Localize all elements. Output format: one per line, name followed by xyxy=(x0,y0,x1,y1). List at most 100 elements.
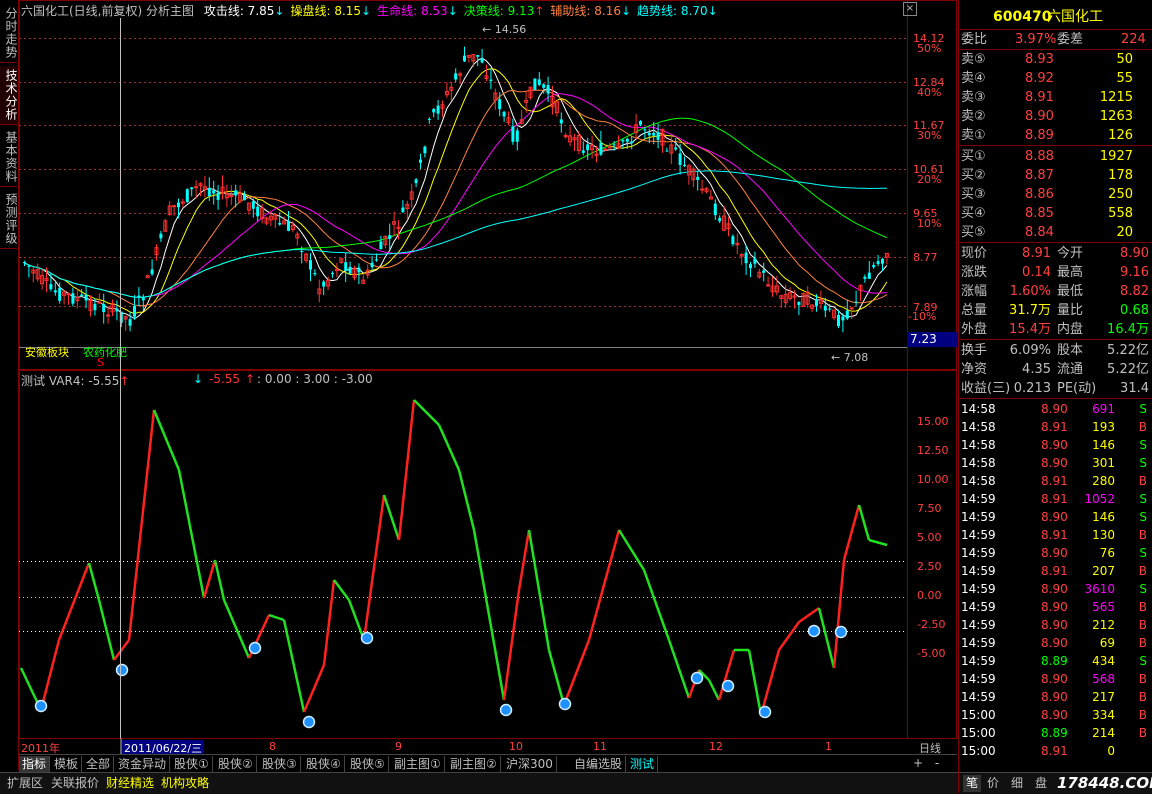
candle-body xyxy=(480,58,484,63)
ask-row[interactable]: 卖④ 8.92 55 xyxy=(959,69,1152,88)
tab-extension[interactable]: 扩展区 xyxy=(4,775,46,792)
candle-body xyxy=(678,153,682,166)
ask-row[interactable]: 卖③ 8.91 1215 xyxy=(959,88,1152,107)
tab-technical[interactable]: 技术分析 xyxy=(0,66,18,125)
sector-label-1[interactable]: 安徽板块 xyxy=(25,344,69,360)
candle-body xyxy=(331,272,334,274)
candle-body xyxy=(93,303,97,311)
tab-related-quotes[interactable]: 关联报价 xyxy=(48,775,102,792)
indicator-tab[interactable]: 资金异动 xyxy=(115,756,171,772)
ma-legend-item: 攻击线: 7.85 xyxy=(203,4,275,18)
tick-volume: 207 xyxy=(1092,564,1115,578)
bid-row[interactable]: 买③ 8.86 250 xyxy=(959,185,1152,204)
tick-price: 8.91 xyxy=(1041,744,1068,758)
bid-row[interactable]: 买④ 8.85 558 xyxy=(959,204,1152,223)
oscillator-segment xyxy=(832,559,846,669)
indicator-tab[interactable]: 股侠① xyxy=(171,756,213,772)
indicator-tab[interactable]: 指标 xyxy=(19,756,51,772)
tick-time: 14:58 xyxy=(961,420,996,434)
tick-price: 8.91 xyxy=(1041,564,1068,578)
tab-fundamentals[interactable]: 基本资料 xyxy=(0,128,18,187)
indicator-tab[interactable]: 股侠⑤ xyxy=(347,756,389,772)
tick-side: S xyxy=(1139,456,1147,470)
candle-body xyxy=(581,150,585,153)
pct-tick-label: -10% xyxy=(908,310,937,323)
ask-level-label: 卖⑤ xyxy=(961,52,986,67)
candle-body xyxy=(823,305,827,311)
indicator-name[interactable]: 测试 xyxy=(21,374,45,388)
indicator-header: 测试 VAR4: -5.55↑ ↓ -5.55 ↑ : 0.00 : 3.00 :… xyxy=(21,372,373,389)
ma-legend-item: 生命线: 8.53 xyxy=(377,4,448,18)
bid-volume: 558 xyxy=(1108,206,1133,221)
ask-volume: 55 xyxy=(1116,71,1133,86)
candle-body xyxy=(647,132,651,136)
oscillator-segment xyxy=(617,529,646,571)
oscillator-segment xyxy=(333,579,350,601)
tick-volume: 214 xyxy=(1092,726,1115,740)
candle-body xyxy=(71,293,75,304)
candle-body xyxy=(278,222,282,225)
indicator-tab[interactable]: 股侠③ xyxy=(259,756,301,772)
candle-body xyxy=(423,146,427,154)
candle-body xyxy=(66,293,71,296)
candle-body xyxy=(586,144,590,151)
tab-detail[interactable]: 细 xyxy=(1011,775,1023,792)
ask-row[interactable]: 卖⑤ 8.93 50 xyxy=(959,50,1152,69)
indicator-tick-label: 2.50 xyxy=(917,560,942,573)
candle-body xyxy=(102,304,106,312)
indicator-values: : 0.00 : 3.00 : -3.00 xyxy=(257,372,373,386)
chart-pane[interactable]: 六国化工(日线,前复权) 分析主图 攻击线: 7.85↓ 操盘线: 8.15↓ 生命… xyxy=(19,0,960,770)
tab-forecast[interactable]: 预测评级 xyxy=(0,190,18,249)
oscillator-segment xyxy=(413,399,440,426)
buy-signal-icon xyxy=(690,671,704,685)
tick-price: 8.89 xyxy=(1041,654,1068,668)
tick-time: 14:59 xyxy=(961,600,996,614)
tick-side: B xyxy=(1138,708,1147,722)
candle-body xyxy=(379,241,383,250)
stock-code: 600470 xyxy=(993,9,1052,25)
indicator-extra: -5.55 xyxy=(209,372,241,386)
ask-row[interactable]: 卖① 8.89 126 xyxy=(959,126,1152,145)
oscillator-segment xyxy=(707,679,721,701)
indicator-tab[interactable]: 测试 xyxy=(627,756,659,772)
indicator-tab[interactable]: 股侠② xyxy=(215,756,257,772)
tab-intraday[interactable]: 分时走势 xyxy=(0,4,18,63)
indicator-tab[interactable]: 副主图② xyxy=(447,756,501,772)
sector-label-2[interactable]: 农药化肥 xyxy=(83,344,127,360)
tab-finance-picks[interactable]: 财经精选 xyxy=(103,775,157,792)
stat-label: 最高 xyxy=(1057,265,1084,280)
tick-row: 14:58 8.90 146 S xyxy=(959,436,1152,454)
close-chart-icon[interactable]: × xyxy=(903,2,917,16)
tick-price: 8.90 xyxy=(1041,582,1068,596)
candle-body xyxy=(150,269,154,275)
indicator-tab[interactable]: 全部 xyxy=(83,756,115,772)
indicator-tab[interactable]: 沪深300 xyxy=(503,756,557,772)
tick-time: 14:59 xyxy=(961,528,996,542)
bid-row[interactable]: 买② 8.87 178 xyxy=(959,166,1152,185)
tab-book[interactable]: 盘 xyxy=(1035,775,1047,792)
indicator-tab[interactable]: 副主图① xyxy=(391,756,445,772)
tab-ticks[interactable]: 笔 xyxy=(963,775,982,792)
order-ratio-label: 委比 xyxy=(961,32,988,47)
date-tick-label: 11 xyxy=(593,740,607,753)
tick-time: 15:00 xyxy=(961,708,996,722)
indicator-tick-label: 7.50 xyxy=(917,502,942,515)
zoom-in-icon[interactable]: + xyxy=(909,756,927,770)
tab-institution[interactable]: 机构攻略 xyxy=(158,775,212,792)
bid-row[interactable]: 买⑤ 8.84 20 xyxy=(959,223,1152,242)
indicator-tab[interactable]: 股侠④ xyxy=(303,756,345,772)
zoom-out-icon[interactable]: - xyxy=(931,756,943,770)
stat-label: 最低 xyxy=(1057,284,1084,299)
oscillator-segment xyxy=(113,639,130,661)
indicator-tab[interactable]: 模板 xyxy=(51,756,83,772)
indicator-tab[interactable]: 自编选股 xyxy=(571,756,627,772)
candle-body xyxy=(348,266,352,274)
tab-price[interactable]: 价 xyxy=(987,775,999,792)
oscillator-segment xyxy=(362,494,386,641)
tick-volume: 301 xyxy=(1092,456,1115,470)
ask-row[interactable]: 卖② 8.90 1263 xyxy=(959,107,1152,126)
ask-price: 8.93 xyxy=(1025,52,1054,67)
candle-body xyxy=(625,138,629,142)
bid-row[interactable]: 买① 8.88 1927 xyxy=(959,147,1152,166)
oscillator-segment xyxy=(817,607,836,669)
